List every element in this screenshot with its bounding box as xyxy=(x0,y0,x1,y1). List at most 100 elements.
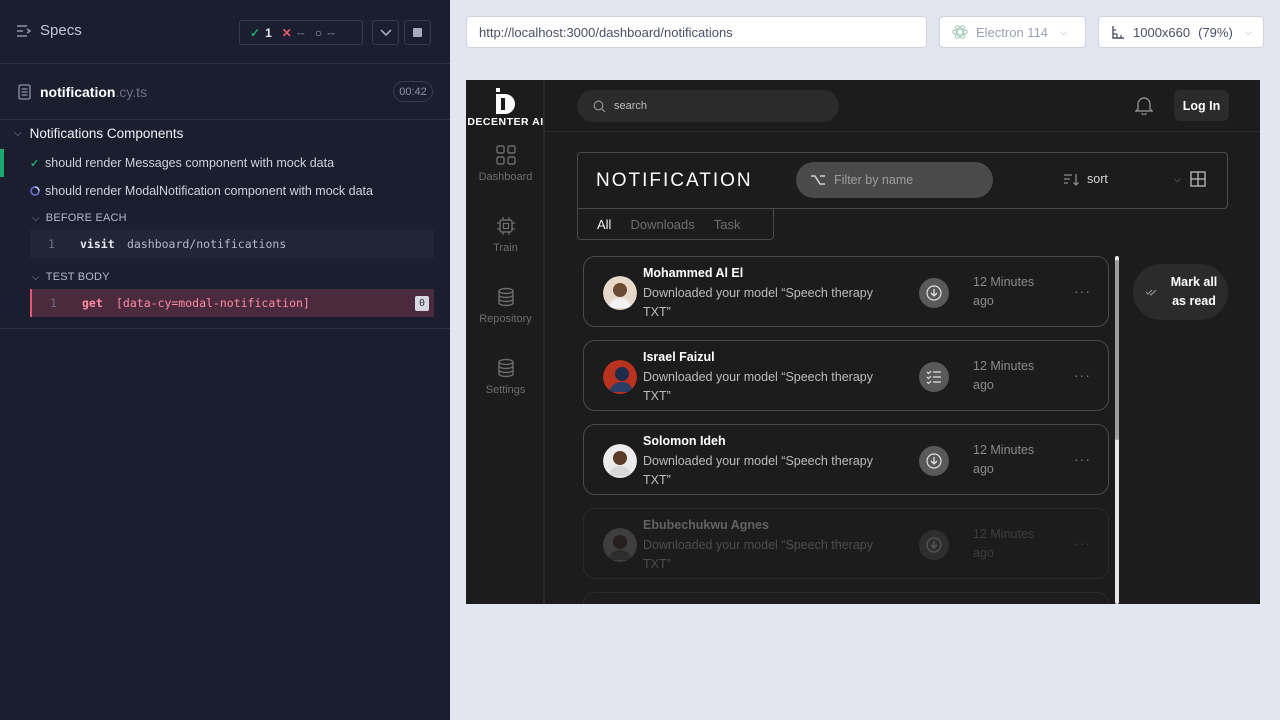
tab-downloads[interactable]: Downloads xyxy=(630,217,694,232)
download-button[interactable] xyxy=(919,278,949,308)
nav-label: Train xyxy=(493,242,518,254)
running-spinner-icon xyxy=(30,186,40,196)
tab-all[interactable]: All xyxy=(597,217,611,232)
filter-option-icon xyxy=(811,175,825,185)
app-preview: DECENTER AI Dashboard Train Repository S… xyxy=(466,80,1260,604)
cpu-chip-icon xyxy=(496,217,515,235)
notification-name: Ebubechukwu Agnes xyxy=(643,518,769,532)
notification-card[interactable]: Ebubechukwu Agnes Downloaded your model … xyxy=(583,508,1109,579)
command-arg: dashboard/notifications xyxy=(127,237,287,251)
more-options-icon[interactable]: ··· xyxy=(1074,367,1091,383)
viewport-size: 1000x660 xyxy=(1133,24,1191,40)
passed-count: 1 xyxy=(265,25,272,40)
notification-card[interactable]: Solomon Ideh Downloaded your model “Spee… xyxy=(583,424,1109,495)
test-label: should render ModalNotification componen… xyxy=(45,184,373,198)
app-sidebar: DECENTER AI Dashboard Train Repository S… xyxy=(466,80,545,604)
element-count-badge: 0 xyxy=(415,296,429,311)
notification-card[interactable]: Israel Faizul Downloaded your model “Spe… xyxy=(583,340,1109,411)
download-icon xyxy=(926,537,942,553)
grid-view-icon[interactable] xyxy=(1190,171,1206,187)
search-placeholder: search xyxy=(614,100,648,112)
avatar xyxy=(603,360,637,394)
browser-selector[interactable]: Electron 114 ⌵ xyxy=(939,16,1086,48)
pending-circle-icon: ○ xyxy=(314,25,323,40)
chevron-down-icon: ⌵ xyxy=(1244,26,1252,37)
decenter-logo-icon xyxy=(496,88,515,114)
search-input[interactable]: search xyxy=(577,90,839,122)
command-arg: [data-cy=modal-notification] xyxy=(116,296,310,310)
chevron-down-icon: ⌵ xyxy=(1060,26,1067,37)
notification-time: 12 Minutes ago xyxy=(973,359,1035,392)
specs-label: Specs xyxy=(40,22,82,39)
mark-all-read-button[interactable]: Mark all as read xyxy=(1133,264,1228,320)
spec-file-header: notification.cy.ts 00:42 xyxy=(0,64,450,120)
notification-header: NOTIFICATION Filter by name sort ⌵ xyxy=(577,152,1228,209)
fail-x-icon: ✕ xyxy=(281,25,292,40)
avatar xyxy=(603,528,637,562)
login-button[interactable]: Log In xyxy=(1174,90,1229,121)
download-button[interactable] xyxy=(919,530,949,560)
specs-list-icon xyxy=(17,24,32,37)
tab-task[interactable]: Task xyxy=(714,217,741,232)
mark-all-read-label: Mark all as read xyxy=(1170,275,1218,308)
notification-message: Downloaded your model “Speech therapy TX… xyxy=(643,286,873,319)
command-number: 1 xyxy=(48,237,55,251)
viewport-zoom: (79%) xyxy=(1198,24,1233,40)
before-each-hook[interactable]: ⌵ BEFORE EACH xyxy=(32,212,127,224)
page-title: NOTIFICATION xyxy=(596,170,753,191)
download-button[interactable] xyxy=(919,446,949,476)
sort-label: sort xyxy=(1087,172,1108,186)
url-bar[interactable]: http://localhost:3000/dashboard/notifica… xyxy=(466,16,927,48)
notification-time: 12 Minutes ago xyxy=(973,275,1035,308)
nav-train[interactable]: Train xyxy=(466,216,545,254)
avatar xyxy=(603,444,637,478)
stop-icon xyxy=(413,28,422,37)
search-icon xyxy=(593,100,606,112)
more-options-icon[interactable]: ··· xyxy=(1074,283,1091,299)
more-options-icon[interactable]: ··· xyxy=(1074,451,1091,467)
stop-button[interactable] xyxy=(404,20,431,45)
chevron-down-icon: ⌵ xyxy=(14,128,22,139)
command-visit[interactable]: 1 visit dashboard/notifications xyxy=(30,230,434,258)
sort-dropdown[interactable]: sort xyxy=(1063,172,1108,186)
ruler-icon xyxy=(1112,26,1124,39)
avatar xyxy=(603,276,637,310)
test-item-running[interactable]: should render ModalNotification componen… xyxy=(0,177,450,205)
cypress-runner-panel: Specs ✓ 1 ✕ -- ○ -- notification.cy.ts 00:4… xyxy=(0,0,450,720)
nav-label: Settings xyxy=(485,384,526,396)
nav-dashboard[interactable]: Dashboard xyxy=(466,145,545,183)
notification-message: Downloaded your model “Speech therapy TX… xyxy=(643,454,873,487)
specs-bar: Specs ✓ 1 ✕ -- ○ -- xyxy=(0,0,450,64)
nav-repository[interactable]: Repository xyxy=(466,287,545,325)
task-button[interactable] xyxy=(919,362,949,392)
download-icon xyxy=(926,453,942,469)
test-body-hook[interactable]: ⌵ TEST BODY xyxy=(32,271,110,283)
notification-card[interactable]: Mohammed Al El Downloaded your model “Sp… xyxy=(583,256,1109,327)
spec-file-name[interactable]: notification.cy.ts xyxy=(40,84,147,100)
electron-icon xyxy=(952,25,968,39)
nav-label: Dashboard xyxy=(478,171,533,183)
collapse-button[interactable] xyxy=(372,20,399,45)
nav-label: Repository xyxy=(479,313,532,325)
viewport-selector[interactable]: 1000x660 (79%) ⌵ xyxy=(1098,16,1264,48)
notification-time: 12 Minutes ago xyxy=(973,527,1035,560)
command-number: 1 xyxy=(50,296,57,310)
scrollbar-thumb[interactable] xyxy=(1115,260,1119,440)
pass-check-icon: ✓ xyxy=(250,25,261,40)
nav-settings[interactable]: Settings xyxy=(466,358,545,396)
filter-placeholder: Filter by name xyxy=(834,173,914,187)
chevron-down-icon[interactable]: ⌵ xyxy=(1174,174,1181,185)
notification-list: Mohammed Al El Downloaded your model “Sp… xyxy=(583,256,1109,604)
filter-input[interactable]: Filter by name xyxy=(796,162,993,198)
notification-message: Downloaded your model “Speech therapy TX… xyxy=(643,370,873,403)
test-item-passed[interactable]: ✓ should render Messages component with … xyxy=(0,149,450,177)
more-options-icon[interactable]: ··· xyxy=(1074,535,1091,551)
test-label: should render Messages component with mo… xyxy=(45,156,335,170)
bell-icon[interactable] xyxy=(1135,95,1153,115)
specs-toggle[interactable]: Specs xyxy=(16,22,82,39)
notification-card[interactable] xyxy=(583,592,1109,604)
suite-title[interactable]: ⌵ Notifications Components xyxy=(14,126,183,141)
command-get[interactable]: 1 get [data-cy=modal-notification] 0 xyxy=(30,289,434,317)
task-list-icon xyxy=(926,370,941,385)
pending-count: -- xyxy=(327,25,336,40)
